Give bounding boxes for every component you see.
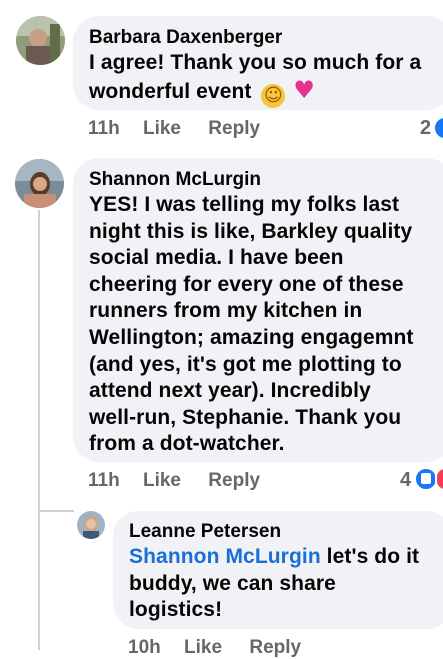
reply-text-line: logistics! — [129, 598, 223, 622]
comment-line: attend next year). Incredibly — [89, 379, 371, 403]
thumbs-up-icon — [421, 473, 431, 484]
reply-text-line: Shannon McLurgin let's do it — [129, 544, 439, 571]
like-button[interactable]: Like — [143, 118, 181, 140]
comment-line: Wellington; amazing engagemnt — [89, 325, 414, 349]
avatar[interactable] — [16, 16, 65, 65]
comment-line: night this is like, Barkley quality — [89, 219, 413, 243]
comment-timestamp[interactable]: 11h — [88, 470, 120, 492]
reply-button[interactable]: Reply — [208, 118, 260, 140]
reaction-count[interactable]: 2 — [420, 117, 431, 140]
reply-text: let's do it — [320, 545, 420, 568]
comment-text: I agree! Thank you so much for a wonderf… — [89, 51, 422, 103]
avatar[interactable] — [77, 511, 105, 539]
comment-line: (and yes, it's got me plotting to — [89, 352, 402, 376]
like-reaction-icon[interactable] — [433, 116, 443, 140]
like-button[interactable]: Like — [184, 637, 222, 659]
reply-timestamp[interactable]: 10h — [128, 637, 161, 659]
thread-line-connector — [38, 510, 74, 512]
reply-text-line: buddy, we can share — [129, 571, 336, 595]
comment-author[interactable]: Barbara Daxenberger — [89, 26, 439, 50]
comment-actions: 11h Like Reply — [88, 470, 260, 492]
comment-author[interactable]: Shannon McLurgin — [89, 168, 439, 192]
reply-button[interactable]: Reply — [249, 637, 301, 659]
reply-button[interactable]: Reply — [208, 470, 260, 492]
reply-actions: 10h Like Reply — [128, 637, 301, 659]
comment-bubble: Shannon McLurgin YES! I was telling my f… — [73, 158, 443, 462]
heart-reaction-icon[interactable] — [435, 467, 443, 491]
comment-line: cheering for every one of these — [89, 272, 404, 296]
comment-line: from a dot-watcher. — [89, 432, 285, 456]
comment-line: well-run, Stephanie. Thank you — [89, 405, 402, 429]
comment-actions: 11h Like Reply — [88, 118, 260, 140]
smiling-face-emoji: ☺ — [261, 83, 286, 108]
comment-text-container: I agree! Thank you so much for a wonderf… — [89, 50, 443, 108]
comment-line: social media. I have been — [89, 246, 344, 270]
reply-bubble: Leanne Petersen Shannon McLurgin let's d… — [113, 511, 443, 629]
mention-link[interactable]: Shannon McLurgin — [129, 545, 321, 568]
comment-line: YES! I was telling my folks last — [89, 193, 400, 216]
comment-bubble: Barbara Daxenberger I agree! Thank you s… — [73, 16, 443, 110]
comment-line: runners from my kitchen in — [89, 299, 363, 323]
reaction-count[interactable]: 4 — [400, 469, 411, 492]
comment-timestamp[interactable]: 11h — [88, 118, 120, 140]
thread-line — [38, 210, 40, 650]
heart-emoji: ♥ — [293, 75, 316, 104]
reply-author[interactable]: Leanne Petersen — [129, 520, 439, 544]
avatar[interactable] — [15, 159, 64, 208]
like-button[interactable]: Like — [143, 470, 181, 492]
